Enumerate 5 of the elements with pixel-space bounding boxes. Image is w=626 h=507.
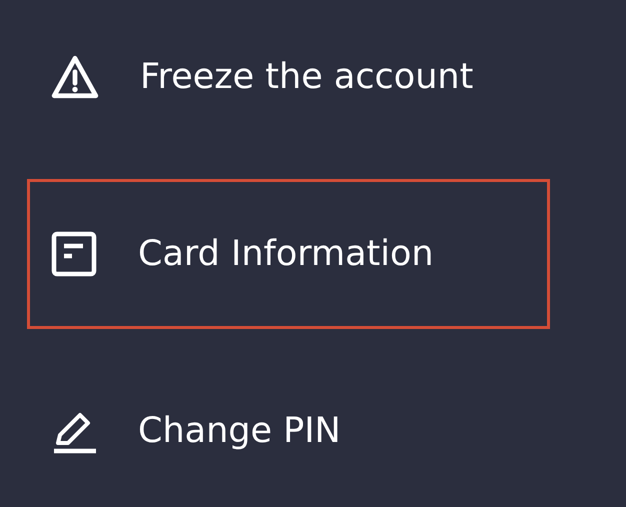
menu-item[interactable]: Card Information — [27, 179, 550, 329]
warning-icon — [50, 54, 100, 100]
menu-item[interactable]: Change PIN — [27, 356, 550, 506]
menu-item[interactable]: Freeze the account — [27, 2, 550, 152]
document-icon — [50, 230, 98, 278]
